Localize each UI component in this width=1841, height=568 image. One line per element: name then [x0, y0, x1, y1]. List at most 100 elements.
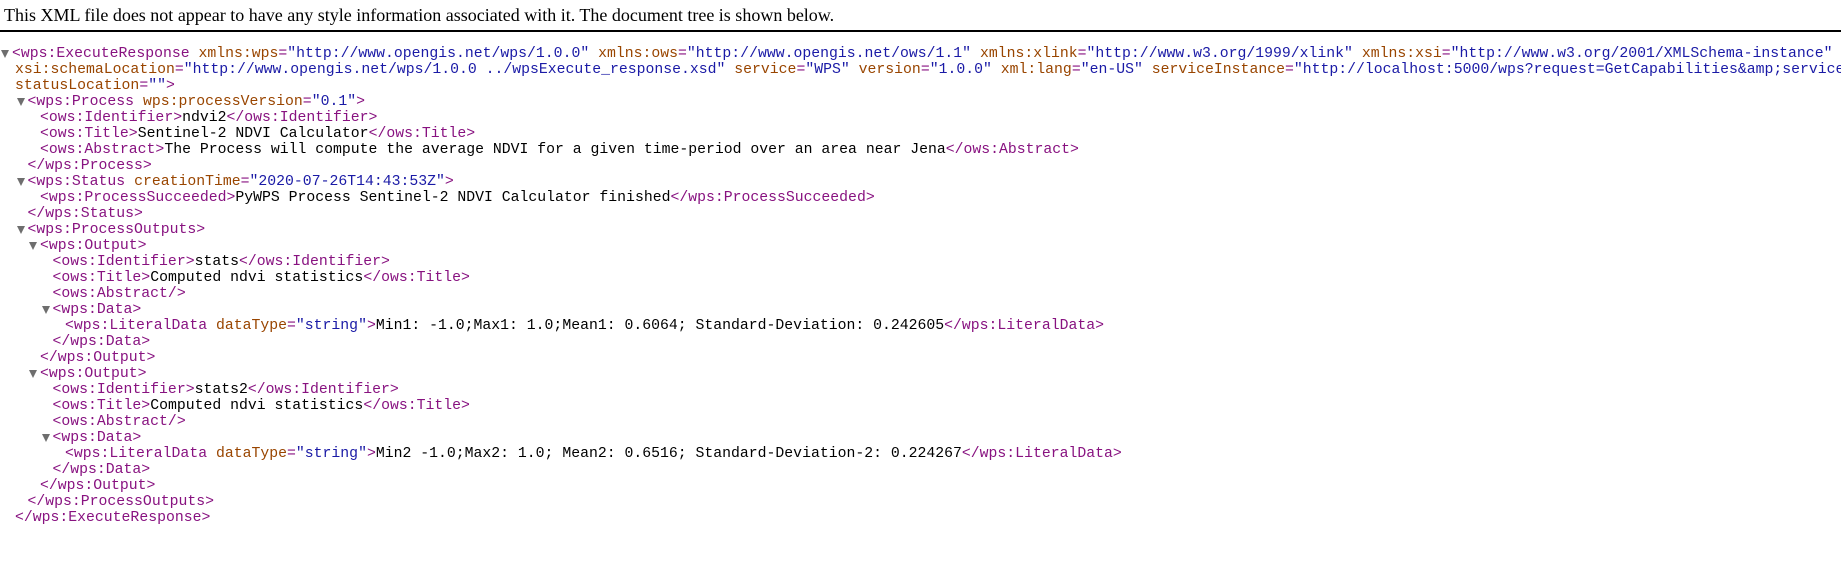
xml-token-tag: =: [278, 46, 288, 62]
xml-line: <wps:Process wps:processVersion="0.1">: [0, 94, 1841, 110]
xml-token-attr: statusLocation: [15, 78, 140, 94]
xml-token-tag: <ows:Identifier>: [52, 254, 195, 270]
xml-token-tag: <wps:ExecuteResponse: [12, 46, 190, 62]
xml-token-tag: =: [1441, 46, 1451, 62]
xml-token-txt: [207, 318, 216, 334]
xml-token-tag: <wps:Data>: [52, 430, 142, 446]
xml-line: <ows:Title>Sentinel-2 NDVI Calculator</o…: [0, 126, 1841, 142]
xml-token-attr: service: [734, 62, 797, 78]
xml-token-val: "http://www.w3.org/1999/xlink": [1086, 46, 1353, 62]
xml-token-attr: xmlns:xsi: [1361, 46, 1442, 62]
xml-token-tag: <wps:ProcessOutputs>: [27, 222, 206, 238]
collapse-toggle-icon[interactable]: [16, 226, 25, 234]
xml-line: <wps:Output>: [0, 366, 1841, 382]
xml-token-tag: >: [444, 174, 454, 190]
xml-token-tag: </ows:Identifier>: [238, 254, 390, 270]
xml-token-tag: <ows:Abstract>: [40, 142, 165, 158]
xml-style-notice: This XML file does not appear to have an…: [4, 5, 835, 25]
xml-token-tag: =: [678, 46, 687, 62]
separator-line: [0, 30, 1841, 32]
xml-token-val: "http://www.opengis.net/wps/1.0.0 ../wps…: [183, 62, 726, 78]
collapse-toggle-icon[interactable]: [29, 370, 37, 378]
xml-line: <wps:ProcessSucceeded>PyWPS Process Sent…: [0, 190, 1841, 206]
xml-token-val: "1.0.0": [929, 62, 992, 78]
xml-token-txt: [992, 62, 1001, 78]
xml-token-tag: </ows:Abstract>: [945, 142, 1079, 158]
xml-token-val: "http://localhost:5000/wps?request=GetCa…: [1293, 62, 1841, 78]
xml-line: </wps:Status>: [0, 206, 1841, 222]
xml-line: </wps:Data>: [0, 462, 1841, 478]
xml-token-tag: </wps:ProcessSucceeded>: [670, 190, 875, 206]
xml-token-tag: =: [139, 78, 149, 94]
xml-token-tag: =: [287, 446, 296, 462]
xml-token-txt: [134, 94, 143, 110]
xml-token-txt: Computed ndvi statistics: [150, 270, 364, 286]
xml-token-tag: <wps:LiteralData: [65, 446, 208, 462]
collapse-toggle-icon[interactable]: [16, 98, 25, 106]
xml-token-tag: <wps:Process: [27, 94, 135, 110]
collapse-toggle-icon[interactable]: [16, 178, 25, 186]
xml-token-tag: </wps:Output>: [40, 478, 156, 494]
xml-token-txt: [589, 46, 598, 62]
xml-token-txt: [1353, 46, 1362, 62]
xml-token-txt: Min1: -1.0;Max1: 1.0;Mean1: 0.6064; Stan…: [375, 318, 945, 334]
xml-line: </wps:ExecuteResponse>: [0, 510, 1841, 526]
xml-line: <wps:LiteralData dataType="string">Min2 …: [0, 446, 1841, 462]
xml-token-tag: <ows:Identifier>: [52, 382, 195, 398]
xml-token-tag: <ows:Title>: [40, 126, 138, 142]
xml-line: <ows:Abstract>The Process will compute t…: [0, 142, 1841, 158]
xml-token-txt: ndvi2: [182, 110, 227, 126]
xml-token-txt: [1143, 62, 1152, 78]
xml-line: <wps:ProcessOutputs>: [0, 222, 1841, 238]
xml-token-tag: =: [302, 94, 312, 110]
xml-token-txt: Min2 -1.0;Max2: 1.0; Mean2: 0.6516; Stan…: [375, 446, 962, 462]
xml-token-tag: <wps:Output>: [40, 238, 147, 254]
xml-token-val: "http://www.w3.org/2001/XMLSchema-instan…: [1450, 46, 1833, 62]
xml-token-tag: <ows:Abstract/>: [52, 414, 186, 430]
xml-token-tag: </wps:Data>: [52, 334, 151, 350]
xml-token-txt: stats2: [194, 382, 248, 398]
collapse-toggle-icon[interactable]: [41, 434, 50, 442]
xml-token-attr: version: [858, 62, 921, 78]
xml-line: statusLocation="">: [0, 78, 1841, 94]
xml-token-val: "2020-07-26T14:43:53Z": [249, 174, 445, 190]
xml-line: <wps:ExecuteResponse xmlns:wps="http://w…: [0, 46, 1841, 62]
xml-token-tag: </wps:Output>: [40, 350, 156, 366]
xml-token-tag: =: [287, 318, 296, 334]
xml-line: </wps:ProcessOutputs>: [0, 494, 1841, 510]
xml-line: <wps:Output>: [0, 238, 1841, 254]
xml-line: xsi:schemaLocation="http://www.opengis.n…: [0, 62, 1841, 78]
xml-token-txt: [125, 174, 134, 190]
xml-token-tag: =: [240, 174, 250, 190]
xml-token-attr: xmlns:wps: [198, 46, 279, 62]
xml-token-tag: </wps:ProcessOutputs>: [27, 494, 214, 510]
xml-token-tag: </ows:Identifier>: [226, 110, 378, 126]
collapse-toggle-icon[interactable]: [41, 306, 50, 314]
xml-line: <wps:Data>: [0, 430, 1841, 446]
xml-line: <ows:Identifier>ndvi2</ows:Identifier>: [0, 110, 1841, 126]
xml-token-txt: The Process will compute the average NDV…: [164, 142, 946, 158]
xml-token-attr: xml:lang: [1000, 62, 1072, 78]
xml-token-tag: =: [920, 62, 930, 78]
xml-token-tag: <ows:Abstract/>: [52, 286, 186, 302]
xml-line: <ows:Identifier>stats2</ows:Identifier>: [0, 382, 1841, 398]
xml-token-txt: PyWPS Process Sentinel-2 NDVI Calculator…: [235, 190, 671, 206]
xml-token-txt: [207, 446, 216, 462]
xml-token-tag: <wps:LiteralData: [65, 318, 208, 334]
xml-line: </wps:Data>: [0, 334, 1841, 350]
xml-line: </wps:Process>: [0, 158, 1841, 174]
xml-token-tag: </wps:Status>: [27, 206, 143, 222]
xml-token-attr: dataType: [215, 446, 288, 462]
collapse-toggle-icon[interactable]: [1, 50, 9, 58]
xml-token-tag: </wps:LiteralData>: [944, 318, 1104, 334]
xml-token-tag: </ows:Identifier>: [247, 382, 399, 398]
xml-line: </wps:Output>: [0, 350, 1841, 366]
collapse-toggle-icon[interactable]: [29, 242, 37, 250]
xml-token-attr: creationTime: [134, 174, 241, 190]
xml-token-tag: =: [796, 62, 806, 78]
xml-line: <ows:Title>Computed ndvi statistics</ows…: [0, 270, 1841, 286]
xml-token-tag: =: [1284, 62, 1294, 78]
xml-token-tag: <wps:Status: [27, 174, 126, 190]
xml-token-tag: </ows:Title>: [363, 270, 470, 286]
xml-token-val: "http://www.opengis.net/wps/1.0.0": [287, 46, 590, 62]
